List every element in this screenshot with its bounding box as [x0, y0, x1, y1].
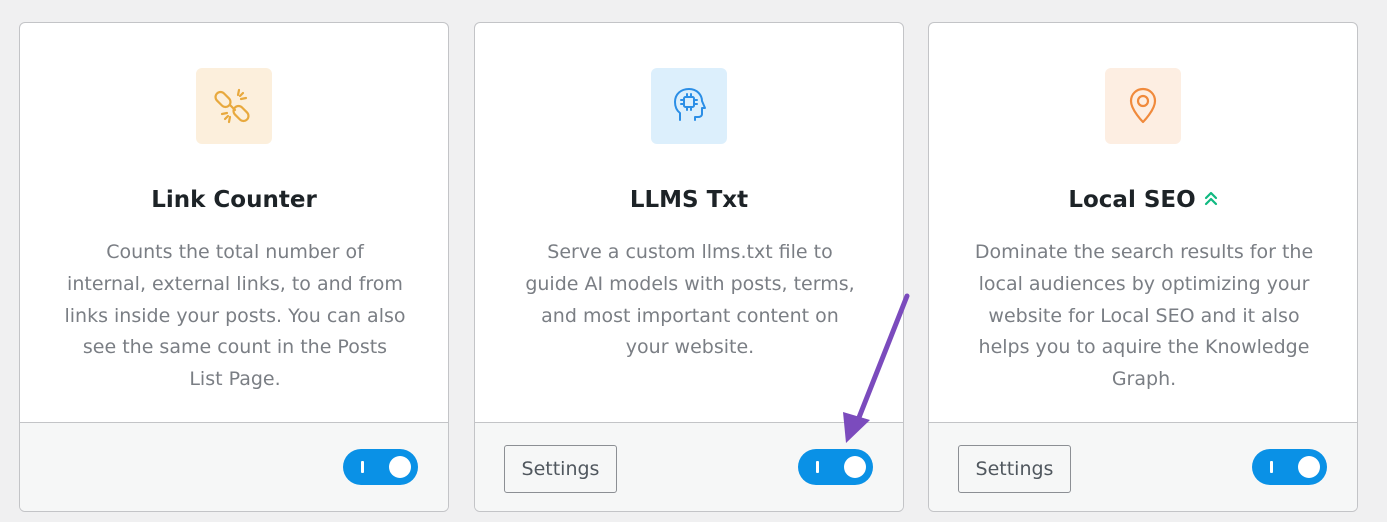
module-toggle-llms-txt[interactable] [798, 449, 873, 485]
module-icon-box [1105, 68, 1181, 144]
toggle-on-indicator [816, 461, 819, 473]
module-title: LLMS Txt [629, 187, 749, 213]
location-pin-icon [1129, 87, 1157, 124]
double-chevron-up-icon [1204, 184, 1218, 214]
toggle-knob [844, 456, 866, 478]
ai-head-icon [674, 88, 706, 121]
module-card-local-seo: Local SEO Dominate the search results fo… [928, 22, 1358, 512]
toggle-on-indicator [361, 461, 364, 473]
module-description: Counts the total number of internal, ext… [64, 241, 406, 391]
settings-button-local-seo[interactable]: Settings [958, 445, 1071, 493]
module-card-llms-txt: LLMS Txt Serve a custom llms.txt file to… [474, 22, 904, 512]
toggle-on-indicator [1270, 461, 1273, 473]
module-card-link-counter: Link Counter Counts the total number of … [19, 22, 449, 512]
module-grid: Link Counter Counts the total number of … [0, 0, 1387, 522]
module-icon-box [196, 68, 272, 144]
settings-button-llms-txt[interactable]: Settings [504, 445, 617, 493]
module-footer: Settings [475, 422, 903, 511]
module-toggle-local-seo[interactable] [1252, 449, 1327, 485]
module-title: Local SEO [929, 185, 1357, 215]
module-icon-box [651, 68, 727, 144]
module-description: Dominate the search results for the loca… [974, 241, 1314, 391]
toggle-knob [1298, 456, 1320, 478]
toggle-knob [389, 456, 411, 478]
module-title: Link Counter [151, 187, 317, 213]
module-description: Serve a custom llms.txt file to guide AI… [525, 241, 855, 359]
module-footer: Settings [929, 422, 1357, 511]
module-footer [20, 422, 448, 511]
module-toggle-link-counter[interactable] [343, 449, 418, 485]
broken-link-icon [214, 88, 250, 124]
